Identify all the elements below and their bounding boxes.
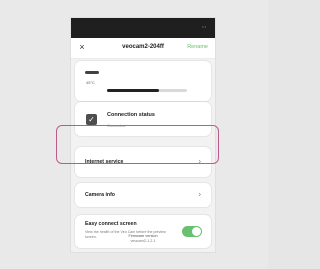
camera-info-label: Camera info	[85, 192, 115, 198]
chevron-right-icon: ›	[198, 191, 201, 199]
internet-service-label: Internet service	[85, 159, 124, 165]
phone-screen: •• × veocam2-204ff Rename 45°C ✓ Connect…	[71, 18, 215, 252]
chevron-right-icon: ›	[198, 158, 201, 166]
camera-info-row[interactable]: Camera info ›	[75, 183, 211, 207]
temperature-card: 45°C	[75, 61, 211, 101]
page-title: veocam2-204ff	[122, 44, 164, 50]
check-icon: ✓	[86, 114, 97, 125]
close-button[interactable]: ×	[77, 41, 87, 53]
temperature-progress-fill	[107, 89, 159, 92]
temperature-progress	[107, 89, 187, 92]
connection-status-value: Connected	[107, 124, 126, 128]
top-header: × veocam2-204ff Rename	[71, 38, 215, 59]
easy-connect-title: Easy connect screen	[85, 221, 137, 227]
connection-status-card: ✓ Connection status Connected	[75, 102, 211, 136]
signal-icon: ••	[202, 24, 207, 29]
internet-service-row[interactable]: Internet service ›	[75, 147, 211, 177]
temperature-value: 45°C	[86, 80, 95, 85]
connection-status-title: Connection status	[107, 112, 155, 118]
temperature-icon	[85, 71, 99, 74]
status-bar: ••	[71, 18, 215, 38]
rename-button[interactable]: Rename	[187, 42, 208, 52]
firmware-value: veocam2-1.2.1	[130, 239, 156, 243]
